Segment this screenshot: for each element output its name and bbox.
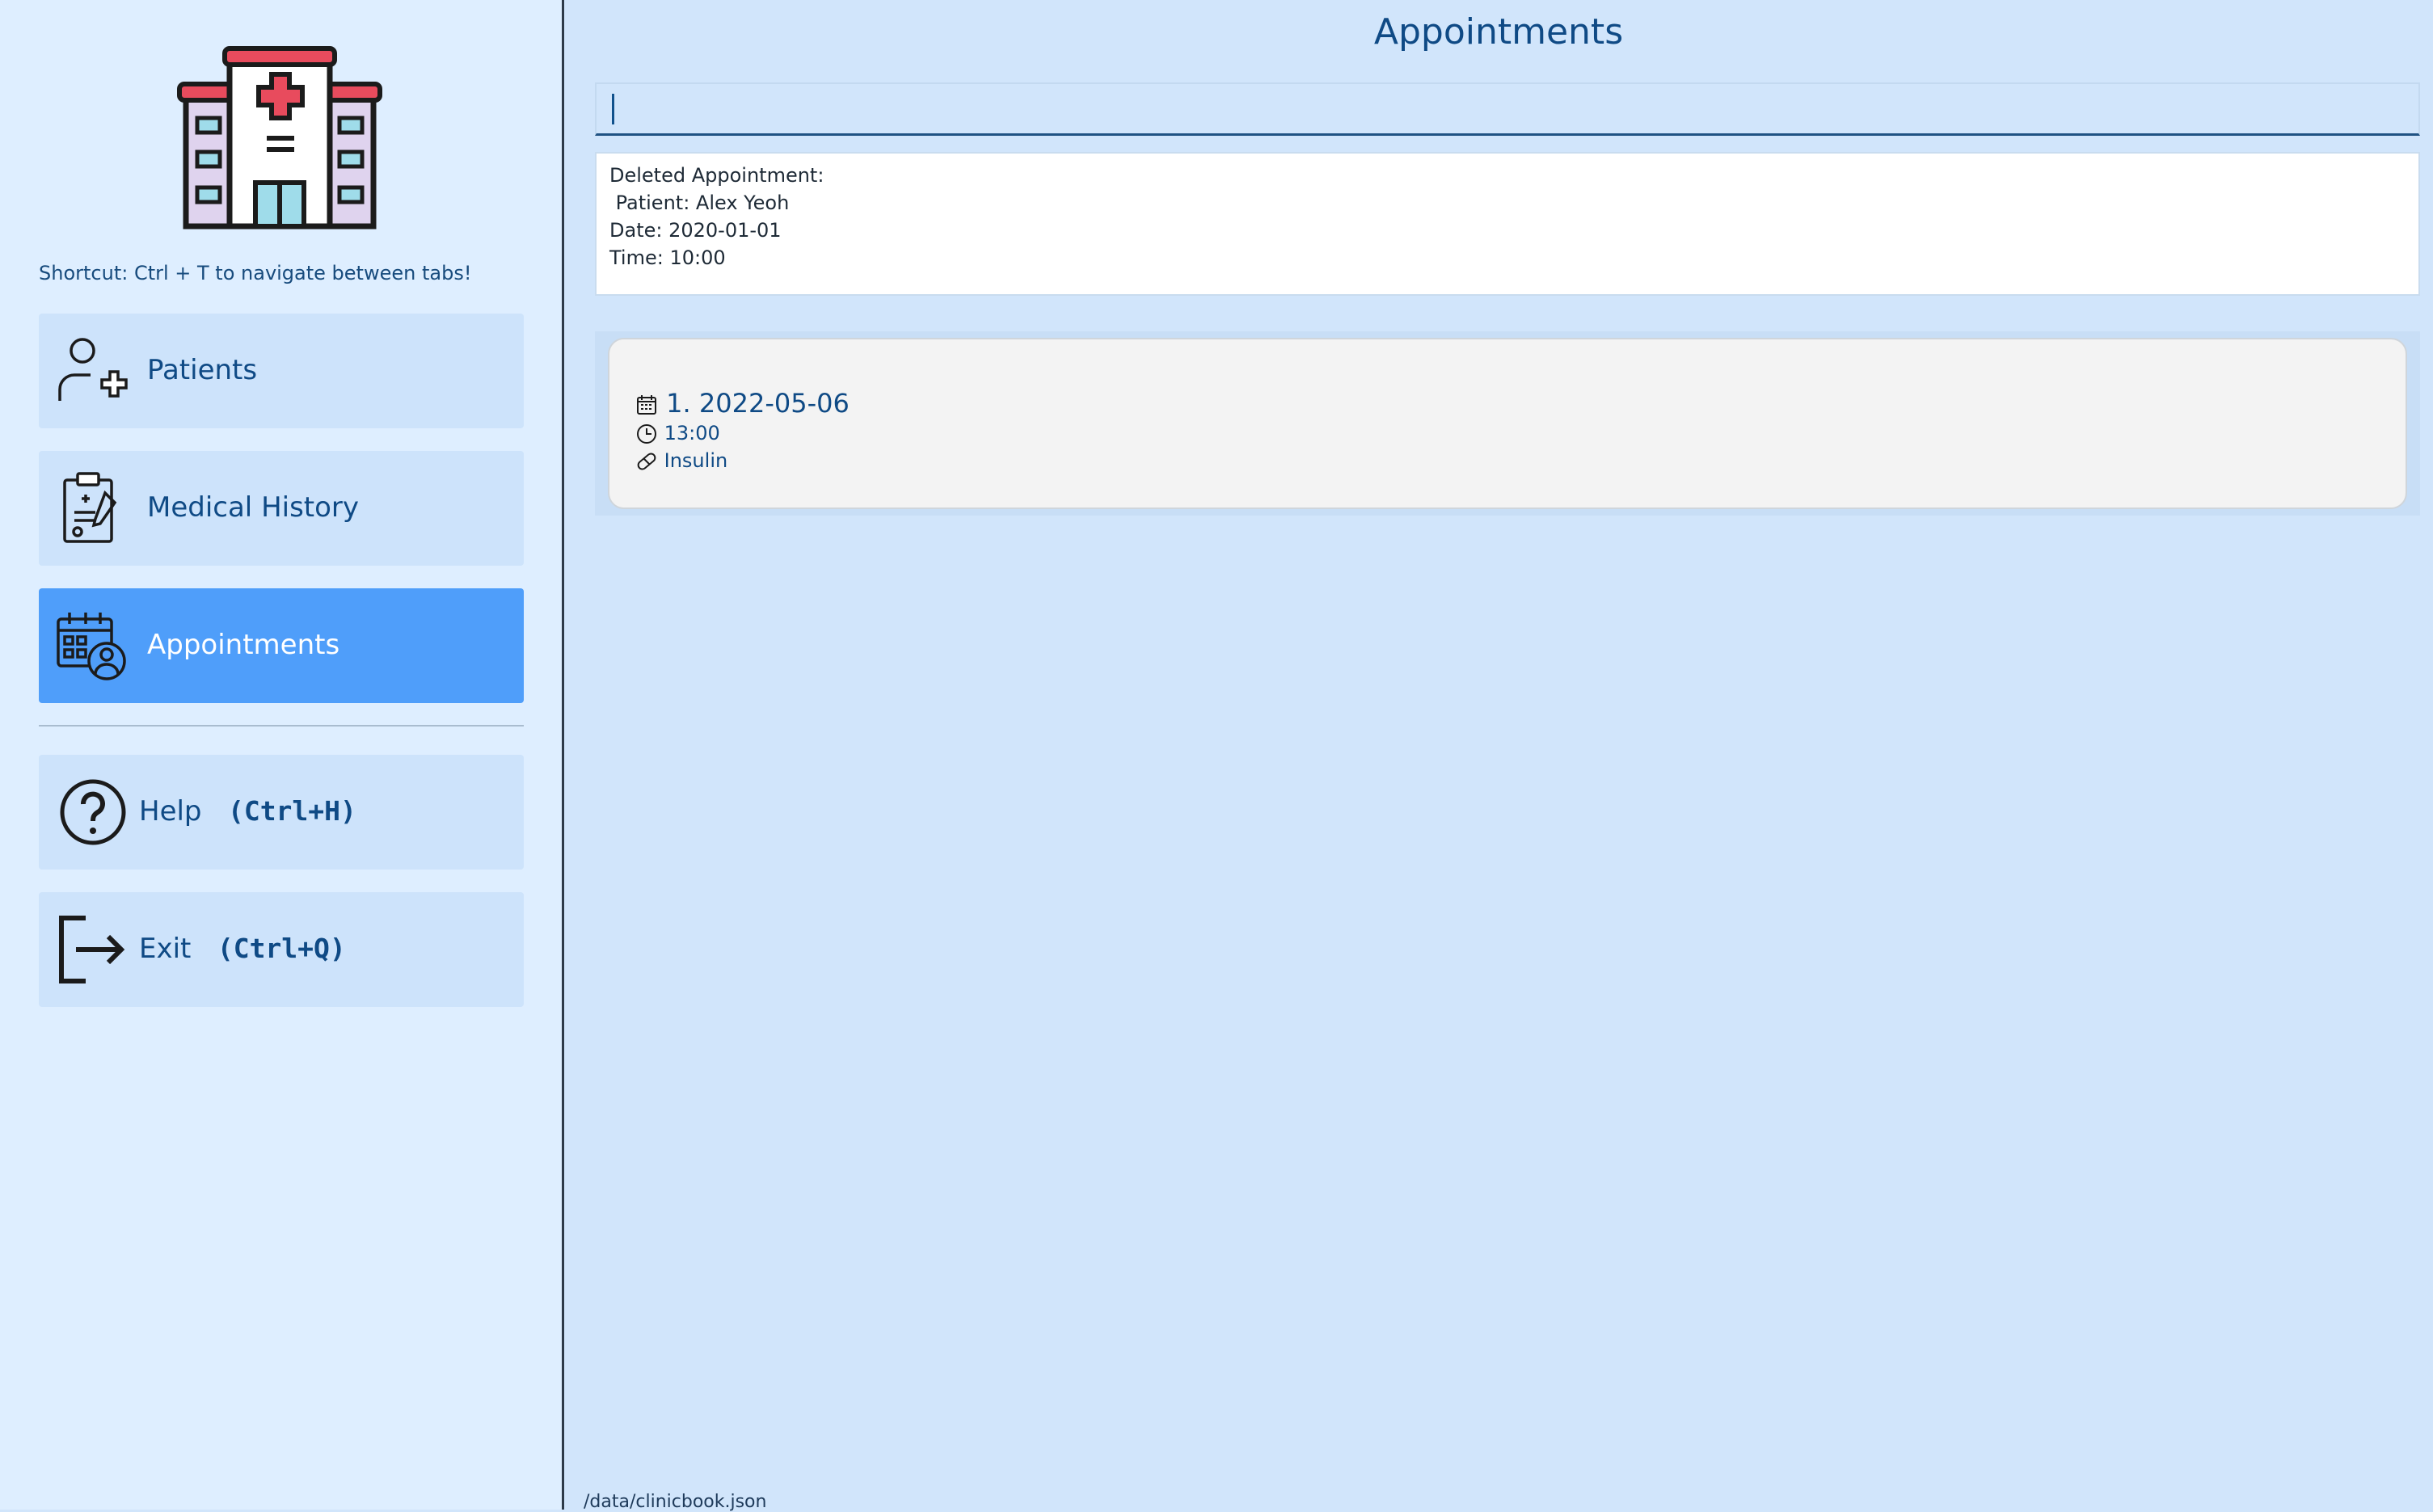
exit-shortcut: (Ctrl+Q): [217, 933, 346, 964]
sidebar-item-label: Medical History: [147, 491, 360, 524]
help-label: Help (Ctrl+H): [139, 795, 356, 828]
help-button[interactable]: Help (Ctrl+H): [39, 755, 524, 870]
exit-label: Exit (Ctrl+Q): [139, 933, 346, 965]
page-title: Appointments: [1373, 11, 1624, 53]
appointment-time: 13:00: [664, 422, 720, 444]
help-shortcut: (Ctrl+H): [227, 795, 356, 827]
clock-icon: [637, 424, 656, 444]
shortcut-hint: Shortcut: Ctrl + T to navigate between t…: [39, 262, 472, 284]
calendar-icon: [637, 395, 656, 415]
sidebar-item-medical-history[interactable]: Medical History: [39, 451, 524, 566]
appointment-medication: Insulin: [664, 449, 728, 472]
exit-button[interactable]: Exit (Ctrl+Q): [39, 892, 524, 1007]
text-caret: [612, 94, 614, 124]
appointment-list[interactable]: 1. 2022-05-06 13:00 Insulin: [595, 331, 2420, 516]
help-text: Help: [139, 795, 202, 828]
appointment-card[interactable]: 1. 2022-05-06 13:00 Insulin: [608, 338, 2407, 509]
appointment-date: 1. 2022-05-06: [666, 388, 850, 419]
sidebar-divider: [39, 725, 524, 727]
add-patient-icon: [58, 338, 128, 401]
result-display: Deleted Appointment: Patient: Alex Yeoh …: [595, 152, 2420, 296]
main-panel: Appointments Deleted Appointment: Patien…: [564, 0, 2433, 1510]
sidebar-item-label: Patients: [147, 354, 258, 386]
question-circle-icon: [60, 779, 126, 845]
result-line: Deleted Appointment:: [609, 164, 824, 187]
command-input[interactable]: [595, 82, 2420, 136]
appointment-time-row: 13:00: [635, 422, 720, 445]
result-line: Date: 2020-01-01: [609, 219, 782, 242]
sidebar-item-appointments[interactable]: Appointments: [39, 588, 524, 703]
appointment-medication-row: Insulin: [635, 449, 727, 473]
sidebar: Shortcut: Ctrl + T to navigate between t…: [0, 0, 564, 1510]
calendar-doctor-icon: [57, 613, 126, 680]
appointment-date-row: 1. 2022-05-06: [635, 388, 850, 419]
result-line: Patient: Alex Yeoh: [609, 192, 790, 214]
hospital-logo-icon: [177, 46, 382, 230]
status-bar-path: /data/clinicbook.json: [584, 1492, 767, 1512]
result-line: Time: 10:00: [609, 246, 726, 269]
pill-icon: [637, 453, 656, 470]
exit-icon: [59, 916, 125, 983]
exit-text: Exit: [139, 933, 192, 965]
sidebar-item-patients[interactable]: Patients: [39, 314, 524, 428]
sidebar-item-label: Appointments: [147, 629, 340, 661]
clipboard-icon: [63, 472, 117, 543]
